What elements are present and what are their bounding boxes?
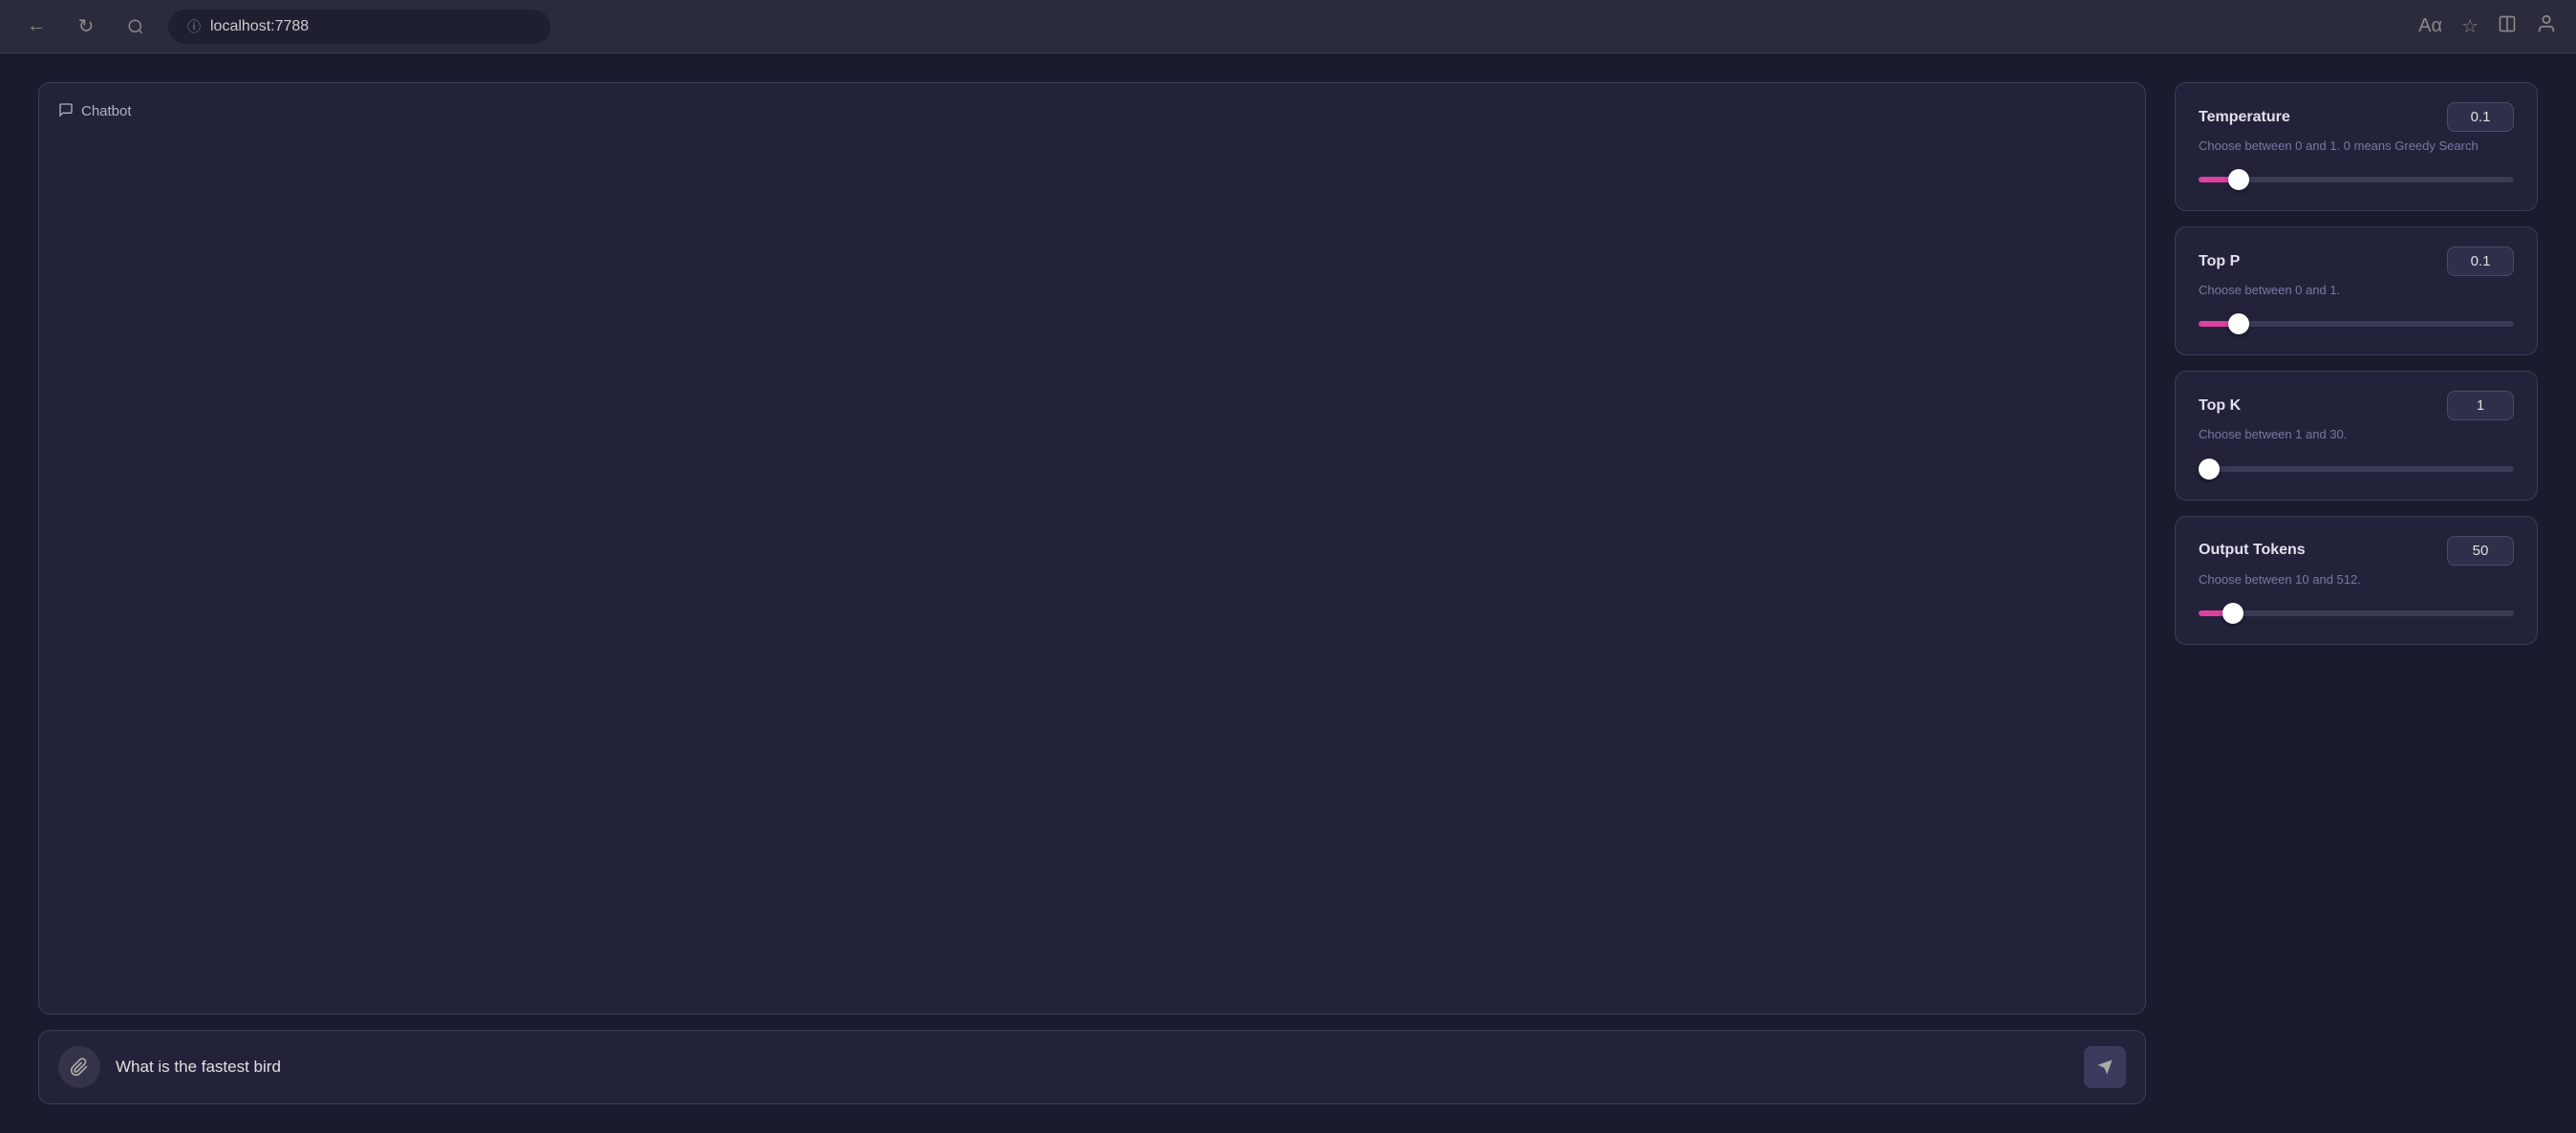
chat-input[interactable]	[116, 1058, 2069, 1077]
translate-icon[interactable]: Aα	[2418, 15, 2442, 37]
top-k-slider[interactable]	[2199, 466, 2514, 472]
temperature-header: Temperature 0.1	[2199, 102, 2514, 132]
temperature-value: 0.1	[2447, 102, 2514, 132]
chat-icon	[58, 102, 74, 120]
top-k-label: Top K	[2199, 397, 2241, 415]
output-tokens-header: Output Tokens 50	[2199, 536, 2514, 566]
top-p-label: Top P	[2199, 253, 2240, 270]
output-tokens-slider[interactable]	[2199, 610, 2514, 616]
top-k-header: Top K 1	[2199, 391, 2514, 420]
temperature-label: Temperature	[2199, 109, 2290, 126]
top-p-value: 0.1	[2447, 246, 2514, 276]
temperature-slider[interactable]	[2199, 177, 2514, 182]
browser-chrome: ← ↻ ⓘ localhost:7788 Aα ☆	[0, 0, 2576, 53]
output-tokens-value: 50	[2447, 536, 2514, 566]
url-text: localhost:7788	[210, 18, 309, 35]
reload-button[interactable]: ↻	[69, 10, 103, 44]
settings-sidebar: Temperature 0.1 Choose between 0 and 1. …	[2175, 82, 2538, 1104]
chat-container: Chatbot	[38, 82, 2146, 1104]
top-p-card: Top P 0.1 Choose between 0 and 1.	[2175, 226, 2538, 355]
chat-window-header: Chatbot	[58, 102, 2126, 120]
output-tokens-label: Output Tokens	[2199, 542, 2306, 559]
split-view-icon[interactable]	[2498, 14, 2517, 39]
main-content: Chatbot Temperature 0.1	[0, 53, 2576, 1133]
search-button[interactable]	[118, 10, 153, 44]
top-p-header: Top P 0.1	[2199, 246, 2514, 276]
top-k-value: 1	[2447, 391, 2514, 420]
top-k-card: Top K 1 Choose between 1 and 30.	[2175, 371, 2538, 500]
output-tokens-card: Output Tokens 50 Choose between 10 and 5…	[2175, 516, 2538, 645]
send-button[interactable]	[2084, 1046, 2126, 1088]
top-p-slider[interactable]	[2199, 321, 2514, 327]
chatbot-title: Chatbot	[81, 103, 132, 119]
top-k-description: Choose between 1 and 30.	[2199, 426, 2514, 443]
browser-right-icons: Aα ☆	[2418, 13, 2557, 40]
profile-icon[interactable]	[2536, 13, 2557, 40]
chat-window: Chatbot	[38, 82, 2146, 1015]
temperature-description: Choose between 0 and 1. 0 means Greedy S…	[2199, 138, 2514, 155]
bookmark-icon[interactable]: ☆	[2461, 14, 2479, 38]
back-button[interactable]: ←	[19, 10, 54, 44]
attach-button[interactable]	[58, 1046, 100, 1088]
info-icon: ⓘ	[187, 17, 201, 36]
output-tokens-description: Choose between 10 and 512.	[2199, 571, 2514, 588]
temperature-card: Temperature 0.1 Choose between 0 and 1. …	[2175, 82, 2538, 211]
address-bar[interactable]: ⓘ localhost:7788	[168, 10, 550, 44]
top-p-description: Choose between 0 and 1.	[2199, 282, 2514, 299]
chat-input-area	[38, 1030, 2146, 1104]
